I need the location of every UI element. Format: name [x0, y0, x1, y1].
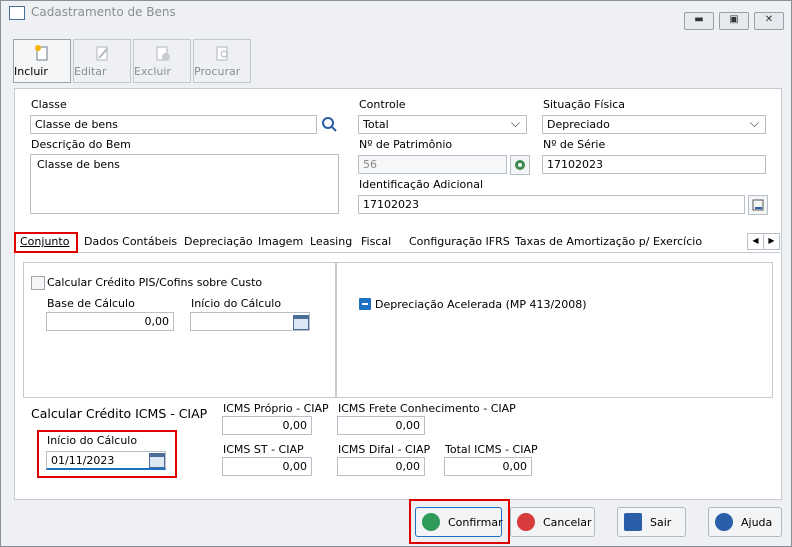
descricao-label: Descrição do Bem [31, 138, 131, 151]
link-icon [752, 199, 764, 211]
new-document-icon [35, 45, 48, 61]
tab-configuracao-ifrs[interactable]: Configuração IFRS [405, 234, 514, 251]
exit-icon [624, 513, 642, 531]
pis-cofins-label: Calcular Crédito PIS/Cofins sobre Custo [47, 276, 263, 289]
tab-dados-contabeis[interactable]: Dados Contábeis [80, 234, 181, 251]
check-icon [422, 513, 440, 531]
tab-conjunto[interactable]: Conjunto [14, 232, 78, 253]
patrimonio-label: Nº de Patrimônio [359, 138, 453, 151]
inicio-calculo-label: Início do Cálculo [191, 297, 282, 310]
tab-imagem[interactable]: Imagem [254, 234, 307, 251]
search-icon [322, 117, 337, 132]
incluir-label: Incluir [14, 65, 48, 78]
confirmar-button[interactable]: Confirmar [415, 507, 503, 537]
ajuda-label: Ajuda [741, 516, 773, 529]
edit-icon [96, 46, 108, 61]
title-bar: Cadastramento de Bens ▬ ▣ ✕ [1, 1, 791, 30]
sair-label: Sair [650, 516, 672, 529]
calendar-icon[interactable] [149, 453, 165, 468]
maximize-button[interactable]: ▣ [719, 12, 749, 30]
tab-strip: Conjunto Dados Contábeis Depreciação Ima… [14, 232, 780, 253]
controle-select[interactable]: Total [358, 115, 527, 134]
toolbar: Incluir Editar Excluir Procurar [11, 37, 783, 83]
procurar-label: Procurar [194, 65, 241, 78]
icms-st-label: ICMS ST - CIAP [223, 443, 304, 456]
cancelar-button[interactable]: Cancelar [510, 507, 595, 537]
tab-fiscal[interactable]: Fiscal [357, 234, 395, 251]
identificacao-field[interactable]: 17102023 [358, 195, 745, 214]
icms-proprio-field[interactable]: 0,00 [222, 416, 312, 435]
delete-icon [156, 46, 170, 61]
situacao-select[interactable]: Depreciado [542, 115, 766, 134]
icms-frete-label: ICMS Frete Conhecimento - CIAP [338, 402, 516, 415]
total-icms-field[interactable]: 0,00 [444, 457, 532, 476]
total-icms-label: Total ICMS - CIAP [445, 443, 538, 456]
identificacao-label: Identificação Adicional [359, 178, 484, 191]
inicio-calculo-field[interactable] [190, 312, 310, 331]
patrimonio-field[interactable]: 56 [358, 155, 507, 174]
window-title: Cadastramento de Bens [31, 5, 176, 19]
editar-button[interactable]: Editar [73, 39, 131, 83]
sair-button[interactable]: Sair [617, 507, 686, 537]
controle-label: Controle [359, 98, 406, 111]
serie-label: Nº de Série [543, 138, 606, 151]
icms-inicio-label: Início do Cálculo [47, 434, 138, 447]
close-button[interactable]: ✕ [754, 12, 784, 30]
depreciacao-acelerada-checkbox[interactable] [359, 298, 371, 310]
descricao-textarea[interactable]: Classe de bens [30, 154, 339, 214]
cancel-icon [517, 513, 535, 531]
gear-icon [515, 160, 525, 170]
base-calculo-field[interactable]: 0,00 [46, 312, 174, 331]
icms-frete-field[interactable]: 0,00 [337, 416, 425, 435]
icms-difal-label: ICMS Difal - CIAP [338, 443, 431, 456]
tab-depreciacao[interactable]: Depreciação [180, 234, 257, 251]
icms-difal-field[interactable]: 0,00 [337, 457, 425, 476]
procurar-button[interactable]: Procurar [193, 39, 251, 83]
classe-field[interactable]: Classe de bens [30, 115, 317, 134]
search-document-icon [216, 46, 228, 61]
depreciacao-acelerada-label: Depreciação Acelerada (MP 413/2008) [375, 298, 587, 311]
depreciacao-group [336, 262, 773, 398]
identificacao-lookup-button[interactable] [748, 195, 768, 215]
pis-cofins-checkbox[interactable] [31, 276, 45, 290]
generate-patrimonio-button[interactable] [510, 155, 530, 175]
icms-inicio-field[interactable]: 01/11/2023 [46, 451, 166, 470]
minimize-button[interactable]: ▬ [684, 12, 714, 30]
tab-scroll-left-button[interactable]: ◀ [747, 233, 764, 250]
calendar-icon[interactable] [293, 315, 309, 330]
search-classe-button[interactable] [319, 114, 339, 134]
icms-proprio-label: ICMS Próprio - CIAP [223, 402, 329, 415]
situacao-label: Situação Física [543, 98, 626, 111]
tab-taxas-amortizacao[interactable]: Taxas de Amortização p/ Exercício [511, 234, 706, 251]
confirmar-label: Confirmar [448, 516, 503, 529]
excluir-button[interactable]: Excluir [133, 39, 191, 83]
icms-section-title: Calcular Crédito ICMS - CIAP [31, 406, 208, 421]
app-icon [9, 6, 25, 20]
base-calculo-label: Base de Cálculo [47, 297, 135, 310]
tab-scroll-right-button[interactable]: ▶ [763, 233, 780, 250]
ajuda-button[interactable]: Ajuda [708, 507, 782, 537]
excluir-label: Excluir [134, 65, 171, 78]
serie-field[interactable]: 17102023 [542, 155, 766, 174]
incluir-button[interactable]: Incluir [13, 39, 71, 83]
cancelar-label: Cancelar [543, 516, 592, 529]
help-icon [715, 513, 733, 531]
classe-label: Classe [31, 98, 67, 111]
editar-label: Editar [74, 65, 107, 78]
icms-st-field[interactable]: 0,00 [222, 457, 312, 476]
tab-leasing[interactable]: Leasing [306, 234, 356, 251]
